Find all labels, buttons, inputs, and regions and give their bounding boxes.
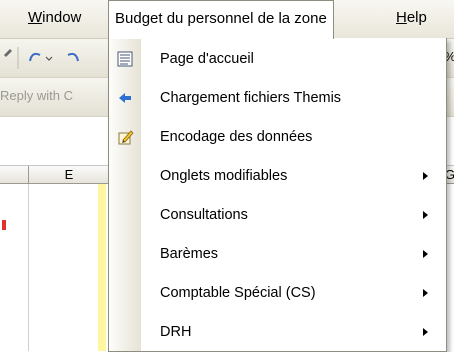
highlighted-cells (98, 184, 106, 351)
redo-icon (67, 52, 79, 62)
menu-item-label: Chargement fichiers Themis (160, 90, 342, 106)
cell-marker (2, 220, 6, 230)
menu-item-encodage-donnees[interactable]: Encodage des données (109, 119, 446, 155)
menu-item-consultations[interactable]: Consultations (109, 197, 446, 233)
menu-item-label: DRH (160, 324, 192, 340)
menu-item-label: Barèmes (160, 246, 219, 262)
menu-bar: Window Budget du personnel de la zone He… (0, 0, 454, 39)
menu-window-mnemonic: W (28, 9, 43, 26)
submenu-arrow-icon (423, 289, 428, 297)
column-e-label: E (64, 167, 74, 182)
menu-item-onglets-modifiables[interactable]: Onglets modifiables (109, 158, 446, 194)
menu-budget[interactable]: Budget du personnel de la zone (108, 0, 334, 39)
menu-help-mnemonic: H (396, 9, 407, 26)
submenu-arrow-icon (423, 328, 428, 336)
menu-help-rest: elp (406, 9, 427, 26)
menu-item-page-accueil[interactable]: Page d'accueil (109, 41, 446, 77)
reply-with-changes-button[interactable]: Reply with C (0, 88, 73, 103)
menu-window[interactable]: Window (22, 0, 87, 38)
menu-budget-label: Budget du personnel de la zone (115, 10, 327, 27)
toolbar-icons (4, 47, 79, 69)
column-header-D[interactable] (0, 166, 28, 183)
menu-item-label: Consultations (160, 207, 248, 223)
menu-item-chargement-themis[interactable]: Chargement fichiers Themis (109, 80, 446, 116)
edit-icon (118, 130, 134, 145)
menu-item-label: Onglets modifiables (160, 168, 288, 184)
menu-item-drh[interactable]: DRH (109, 314, 446, 350)
menu-item-baremes[interactable]: Barèmes (109, 236, 446, 272)
menu-window-rest: indow (42, 9, 82, 26)
submenu-arrow-icon (423, 172, 428, 180)
menu-item-label: Comptable Spécial (CS) (160, 285, 316, 301)
menu-item-label: Page d'accueil (160, 51, 254, 67)
pencil-icon (4, 49, 12, 57)
grid-line (28, 184, 29, 351)
column-header-E[interactable]: E (28, 166, 109, 183)
menu-help[interactable]: Help (390, 0, 433, 38)
undo-icon (29, 52, 41, 62)
submenu-arrow-icon (423, 250, 428, 258)
page-icon (117, 51, 133, 67)
menu-item-comptable-special[interactable]: Comptable Spécial (CS) (109, 275, 446, 311)
budget-dropdown-menu: Page d'accueil Chargement fichiers Themi… (108, 38, 447, 352)
submenu-arrow-icon (423, 211, 428, 219)
menu-item-label: Encodage des données (160, 129, 313, 145)
undo-dropdown-icon (45, 56, 53, 61)
left-arrow-icon (119, 93, 131, 103)
